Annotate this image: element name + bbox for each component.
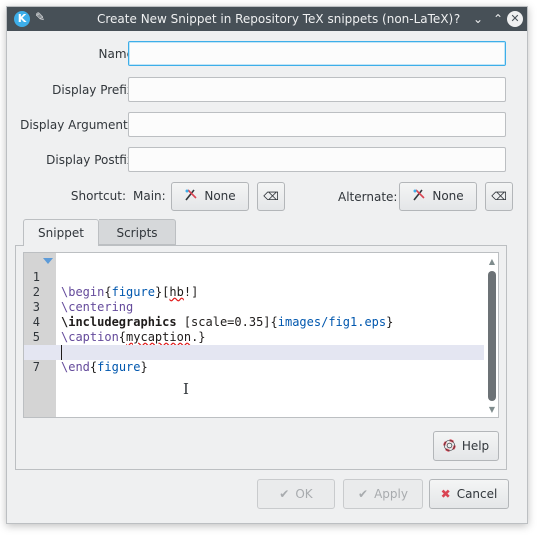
main-shortcut-label: Main: — [133, 189, 166, 203]
backspace-clear-icon: ⌫ — [491, 190, 507, 203]
app-icon: K — [14, 11, 30, 27]
name-field[interactable] — [128, 41, 506, 66]
ok-button[interactable]: ✔ OK — [257, 479, 335, 509]
line-number: 7 — [32, 360, 40, 374]
editor-vertical-scrollbar[interactable]: ▲ ▼ — [486, 253, 498, 417]
display-prefix-field[interactable] — [128, 77, 506, 102]
code-line: 6 \end{figure} — [24, 330, 484, 374]
main-shortcut-button[interactable]: None — [171, 182, 249, 211]
alternate-shortcut-value: None — [432, 189, 464, 203]
alternate-shortcut-label: Alternate: — [338, 190, 398, 204]
minimize-icon[interactable]: ⌄ — [469, 10, 487, 28]
apply-button[interactable]: ✔ Apply — [343, 479, 423, 509]
help-icon[interactable]: ? — [448, 10, 466, 28]
scrollbar-thumb[interactable] — [488, 271, 496, 401]
window-title: Create New Snippet in Repository TeX sni… — [97, 12, 454, 26]
apply-button-label: Apply — [374, 487, 408, 501]
red-x-icon: ✖ — [440, 487, 451, 501]
ok-button-label: OK — [295, 487, 313, 501]
close-icon[interactable]: ✕ — [507, 11, 523, 27]
scroll-down-arrow-icon[interactable]: ▼ — [487, 405, 497, 415]
display-postfix-field[interactable] — [128, 147, 506, 172]
code-line: 3 \includegraphics [scale=0.35]{images/f… — [24, 285, 484, 329]
clear-main-shortcut-button[interactable]: ⌫ — [257, 182, 285, 211]
ibeam-cursor-icon: I — [183, 380, 189, 398]
checkmark-icon: ✔ — [279, 487, 290, 501]
current-code-line: 7 — [24, 345, 484, 374]
code-text: \end{figure} — [61, 360, 148, 374]
scroll-up-arrow-icon[interactable]: ▲ — [487, 257, 497, 267]
keyboard-shortcut-icon — [184, 183, 198, 210]
display-prefix-label: Display Prefix: — [52, 83, 138, 97]
cancel-button[interactable]: ✖ Cancel — [429, 479, 509, 509]
title-bar[interactable]: K ✎ Create New Snippet in Repository TeX… — [7, 7, 527, 31]
pin-icon[interactable]: ✎ — [35, 10, 45, 24]
snippet-code-editor[interactable]: 1 \begin{figure}[hb!] 2 \centering 3 \in… — [23, 252, 499, 418]
display-arguments-label: Display Arguments: — [20, 118, 138, 132]
shortcut-label: Shortcut: — [70, 189, 126, 203]
backspace-clear-icon: ⌫ — [263, 190, 279, 203]
tab-snippet[interactable]: Snippet — [23, 219, 99, 246]
text-caret — [61, 345, 62, 360]
keyboard-shortcut-icon — [412, 183, 426, 210]
code-line: 2 \centering — [24, 270, 484, 314]
checkmark-icon: ✔ — [358, 487, 369, 501]
display-arguments-field[interactable] — [128, 112, 506, 137]
code-line: 1 \begin{figure}[hb!] — [24, 255, 484, 299]
tab-scripts[interactable]: Scripts — [99, 219, 176, 245]
main-shortcut-value: None — [204, 189, 236, 203]
code-line: 5 \label{fig:fig1} — [24, 315, 484, 359]
code-line: 4 \caption{mycaption.} — [24, 300, 484, 344]
help-button-label: Help — [461, 439, 490, 453]
maximize-icon[interactable]: ⌃ — [489, 10, 507, 28]
display-postfix-label: Display Postfix: — [46, 153, 138, 167]
clear-alternate-shortcut-button[interactable]: ⌫ — [485, 182, 513, 211]
help-button[interactable]: Help — [433, 431, 499, 461]
help-lifebuoy-icon — [443, 432, 456, 460]
cancel-button-label: Cancel — [456, 487, 498, 501]
alternate-shortcut-button[interactable]: None — [399, 182, 477, 211]
